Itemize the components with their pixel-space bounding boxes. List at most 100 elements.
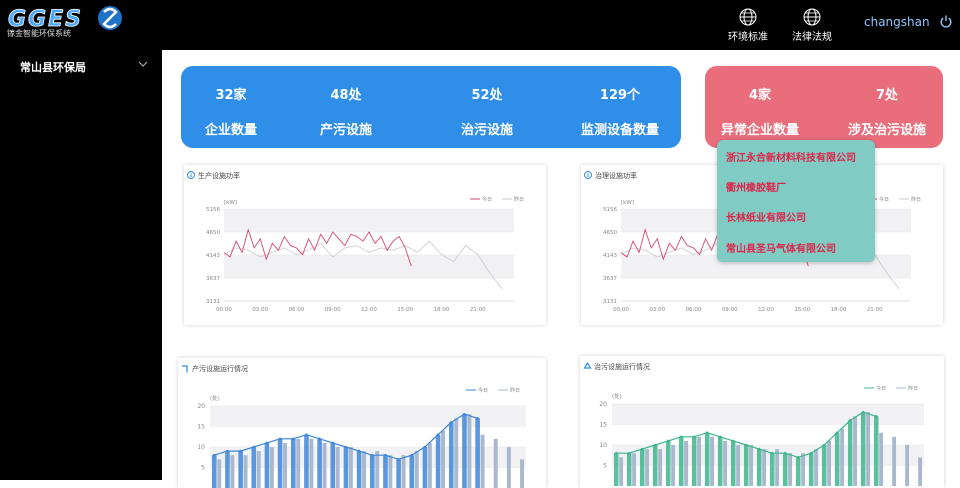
stat-label: 异常企业数量 xyxy=(720,123,799,138)
y-tick-label: 4650 xyxy=(603,230,617,236)
power-icon[interactable] xyxy=(940,15,952,28)
bar-yesterday xyxy=(892,436,897,486)
bar-today xyxy=(448,422,454,488)
abnormal-enterprise-item[interactable]: 常山县圣马气体有限公司 xyxy=(726,240,836,255)
trend-point xyxy=(744,443,748,447)
stat-treatment-facilities[interactable]: 52处 治污设施 xyxy=(437,84,537,138)
y-tick-label: 5 xyxy=(201,465,205,472)
trend-point xyxy=(305,433,308,436)
bar-yesterday xyxy=(723,440,728,486)
trend-point xyxy=(318,437,321,441)
y-tick-label: 15 xyxy=(197,424,205,431)
stat-enterprise-count[interactable]: 32家 企业数量 xyxy=(181,84,281,138)
abnormal-enterprise-popup: 浙江永合新材料科技有限公司 衢州橡胶鞋厂 长林纸业有限公司 常山县圣马气体有限公… xyxy=(717,140,875,262)
bar-today xyxy=(435,434,441,488)
trend-point xyxy=(861,410,865,414)
abnormal-enterprise-item[interactable]: 长林纸业有限公司 xyxy=(726,209,806,224)
treatment-facility-panel: 治污设施运行情况 20 15 10 5 (处) 今日 昨日 xyxy=(580,356,944,488)
x-tick-label: 18:00 xyxy=(831,307,847,313)
username-link[interactable]: changshan xyxy=(864,15,930,29)
sidebar: 常山县环保局 xyxy=(0,50,162,480)
bar-today xyxy=(422,447,428,488)
bar-yesterday xyxy=(866,412,871,486)
y-tick-label: 4650 xyxy=(206,230,220,236)
stat-label: 产污设施 xyxy=(319,123,372,138)
bar-yesterday xyxy=(632,453,637,486)
bar-yesterday xyxy=(230,455,235,488)
trend-point xyxy=(627,451,631,455)
stat-monitoring-devices[interactable]: 129个 监测设备数量 xyxy=(561,84,679,138)
y-tick-label: 4143 xyxy=(603,253,617,259)
trend-point xyxy=(239,449,242,453)
bar-yesterday xyxy=(401,455,406,488)
bar-yesterday xyxy=(918,457,923,486)
bar-today xyxy=(782,453,788,486)
bar-today xyxy=(613,453,619,486)
x-tick-label: 09:00 xyxy=(722,307,738,313)
bar-today xyxy=(678,436,684,486)
stat-affected-treatment[interactable]: 7处 涉及治污设施 xyxy=(835,84,939,138)
trend-point xyxy=(436,433,440,436)
top-bar: GGES 镓金智能环保系统 环境标准 法律法规 changshan xyxy=(0,0,960,50)
sidebar-item-changshan-epb[interactable]: 常山县环保局 xyxy=(0,50,162,82)
laws-regulations-link[interactable]: 法律法规 xyxy=(782,8,842,43)
bar-yesterday xyxy=(814,449,819,486)
trend-point xyxy=(410,453,414,457)
bar-yesterday xyxy=(309,438,314,488)
environment-standard-link[interactable]: 环境标准 xyxy=(718,8,778,43)
bar-yesterday xyxy=(296,438,301,488)
bar-yesterday xyxy=(684,440,689,486)
y-tick-label: 20 xyxy=(599,401,607,408)
trend-point xyxy=(384,453,387,457)
x-tick-label: 18:00 xyxy=(434,307,450,313)
x-tick-label: 06:00 xyxy=(686,307,702,313)
legend-label: 昨日 xyxy=(510,387,520,394)
legend-label: 今日 xyxy=(478,387,488,394)
bar-yesterday xyxy=(335,447,340,488)
polluting-facility-panel: 产污设施运行情况 20 15 10 5 (处) 今日 昨日 xyxy=(178,358,546,488)
trend-point xyxy=(291,437,295,441)
bar-today xyxy=(396,459,401,488)
bar-yesterday xyxy=(493,438,498,488)
stat-value: 4家 xyxy=(748,88,772,103)
trend-point xyxy=(705,431,709,434)
trend-point xyxy=(770,451,774,455)
bar-today xyxy=(462,414,467,488)
stat-value: 129个 xyxy=(599,88,641,103)
stat-polluting-facilities[interactable]: 48处 产污设施 xyxy=(296,84,396,138)
treatment-facility-chart: 20 15 10 5 (处) 今日 昨日 xyxy=(599,385,924,486)
bar-today xyxy=(225,451,230,488)
bar-yesterday xyxy=(853,416,858,486)
stat-abnormal-enterprises[interactable]: 4家 异常企业数量 xyxy=(709,84,811,138)
bar-today xyxy=(211,455,217,488)
y-tick-label: 20 xyxy=(197,403,205,410)
y-tick-label: 3637 xyxy=(206,276,220,282)
legend-label: 昨日 xyxy=(911,196,921,203)
trend-point xyxy=(370,453,374,457)
x-tick-label: 00:00 xyxy=(216,307,232,313)
bar-today xyxy=(808,453,814,486)
production-power-chart: 5156 4650 4143 3637 3131 [kW] 00:00 03:00 06:00 0… xyxy=(206,196,524,313)
trend-point xyxy=(796,456,800,459)
trend-point xyxy=(640,447,644,451)
abnormal-enterprise-item[interactable]: 浙江永合新材料科技有限公司 xyxy=(726,149,856,164)
bar-yesterday xyxy=(710,436,715,486)
bar-today xyxy=(356,451,362,488)
bar-yesterday xyxy=(801,453,806,486)
bar-yesterday xyxy=(283,442,288,488)
production-power-panel: 生产设施功率 5156 4650 4143 3637 3131 [kW] 00:00 03:0… xyxy=(184,165,546,325)
bar-yesterday xyxy=(697,436,702,486)
x-tick-label: 15:00 xyxy=(397,307,413,313)
trend-point xyxy=(809,451,813,455)
trend-point xyxy=(614,451,618,455)
trend-point xyxy=(357,449,361,453)
bar-yesterday xyxy=(427,442,432,488)
trend-point xyxy=(666,439,670,443)
stat-label: 企业数量 xyxy=(204,123,257,138)
bar-yesterday xyxy=(480,434,485,488)
abnormal-enterprise-item[interactable]: 衢州橡胶鞋厂 xyxy=(726,179,786,194)
bar-yesterday xyxy=(322,442,327,488)
trend-point xyxy=(212,453,216,457)
legend-label: 今日 xyxy=(876,385,886,392)
stat-label: 治污设施 xyxy=(460,123,513,138)
